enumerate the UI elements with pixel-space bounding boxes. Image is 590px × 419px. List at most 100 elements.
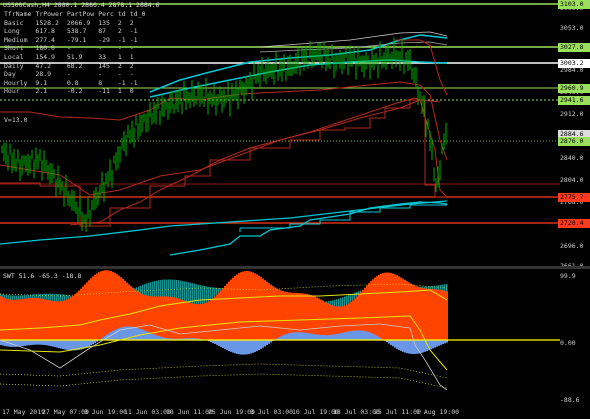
table-cell: 2.1 xyxy=(35,87,48,96)
histogram-bar xyxy=(92,276,94,340)
histogram-bar xyxy=(422,340,424,353)
histogram-bar xyxy=(106,270,108,340)
histogram-bar xyxy=(230,279,232,340)
table-cell: 33 xyxy=(98,52,107,61)
table-cell: -1 xyxy=(129,35,138,44)
histogram-bar xyxy=(310,295,312,340)
table-cell: 1 xyxy=(117,52,122,61)
histogram-bar xyxy=(92,340,94,345)
histogram-bar xyxy=(226,283,228,340)
histogram-bar xyxy=(310,333,312,340)
histogram-bar xyxy=(392,340,394,347)
price-level-tag: 2775.7 xyxy=(558,193,590,202)
histogram-bar xyxy=(250,340,252,354)
histogram-bar xyxy=(270,284,272,340)
histogram-bar xyxy=(4,298,6,340)
histogram-bar xyxy=(358,330,360,340)
histogram-bar xyxy=(422,287,424,340)
histogram-bar xyxy=(224,340,226,350)
histogram-bar xyxy=(308,333,310,340)
table-cell: - xyxy=(129,44,134,53)
histogram-bar xyxy=(404,340,406,353)
histogram-bar xyxy=(316,334,318,340)
price-level-tag: 3003.2 xyxy=(558,59,590,68)
histogram-bar xyxy=(144,330,146,340)
table-cell: td xyxy=(117,10,126,18)
histogram-bar xyxy=(60,301,62,340)
histogram-bar xyxy=(168,296,170,340)
table-cell: 2 xyxy=(129,61,134,70)
histogram-bar xyxy=(312,295,314,340)
histogram-bar xyxy=(324,335,326,340)
histogram-bar xyxy=(434,340,436,348)
table-cell: Hourly xyxy=(4,78,28,87)
price-level-tag: 3027.8 xyxy=(558,43,590,52)
histogram-bar xyxy=(234,340,236,354)
histogram-bar xyxy=(60,340,62,349)
table-cell: 2 xyxy=(117,27,122,36)
histogram-bar xyxy=(62,340,64,350)
histogram-bar xyxy=(414,285,416,340)
histogram-bar xyxy=(396,340,398,349)
histogram-bar xyxy=(256,340,258,352)
table-cell: - xyxy=(117,70,122,79)
histogram-bar xyxy=(158,296,160,340)
histogram-bar xyxy=(78,290,80,340)
table-cell: 51.9 xyxy=(66,52,83,61)
histogram-bar xyxy=(230,340,232,352)
table-cell: 135 xyxy=(98,18,110,27)
price-level-tag: 2960.9 xyxy=(558,84,590,93)
histogram-bar xyxy=(116,328,118,340)
table-cell: -29 xyxy=(98,35,110,44)
table-row: Short 180.0- - - - xyxy=(4,44,149,53)
price-level-tag: 2720.4 xyxy=(558,219,590,228)
histogram-bar xyxy=(438,289,440,340)
table-cell: TrPower xyxy=(35,10,63,18)
time-axis-label: 18 Jun 11:00 xyxy=(166,408,213,416)
histogram-bar xyxy=(408,340,410,354)
histogram-bar xyxy=(376,335,378,340)
histogram-bar xyxy=(170,296,172,340)
histogram-bar xyxy=(184,300,186,340)
histogram-bar xyxy=(348,331,350,340)
histogram-bar xyxy=(50,300,52,340)
histogram-bar xyxy=(86,340,88,348)
histogram-bar xyxy=(234,275,236,340)
histogram-bar xyxy=(16,299,18,340)
histogram-bar xyxy=(196,304,198,340)
histogram-bar xyxy=(396,275,398,340)
histogram-bar xyxy=(166,296,168,340)
histogram-bar xyxy=(208,301,210,340)
histogram-bar xyxy=(432,340,434,349)
oscillator-chart[interactable] xyxy=(0,270,560,406)
table-cell: - xyxy=(98,70,103,79)
histogram-bar xyxy=(202,303,204,340)
histogram-bar xyxy=(246,271,248,340)
histogram-bar xyxy=(206,302,208,340)
trend-power-table: TfrName TrPower PartPow Perc td td_0 Basic 1528… xyxy=(4,10,149,96)
histogram-bar xyxy=(100,271,102,340)
table-cell: 277.4 xyxy=(35,35,55,44)
histogram-bar xyxy=(322,335,324,340)
table-cell: Perc xyxy=(98,10,114,18)
histogram-bar xyxy=(308,294,310,340)
volume-label: V=13.0 xyxy=(4,116,28,124)
histogram-bar xyxy=(326,302,328,340)
histogram-bar xyxy=(42,340,44,345)
pane-separator[interactable] xyxy=(0,266,590,269)
histogram-bar xyxy=(44,299,46,340)
histogram-bar xyxy=(64,340,66,350)
histogram-bar xyxy=(6,298,8,340)
histogram-bar xyxy=(252,340,254,353)
time-axis-label: 1 Aug 19:00 xyxy=(416,408,460,416)
histogram-bar xyxy=(214,296,216,340)
histogram-bar xyxy=(436,340,438,347)
table-row: Hour 2.1 -0.2 -11 1 0 xyxy=(4,87,149,96)
time-axis-label: 3 Jun 19:00 xyxy=(84,408,128,416)
histogram-bar xyxy=(296,332,298,340)
table-cell: 617.8 xyxy=(35,27,55,36)
table-cell: -0.2 xyxy=(66,87,83,96)
histogram-bar xyxy=(292,332,294,340)
histogram-bar xyxy=(334,334,336,340)
histogram-bar xyxy=(346,331,348,340)
